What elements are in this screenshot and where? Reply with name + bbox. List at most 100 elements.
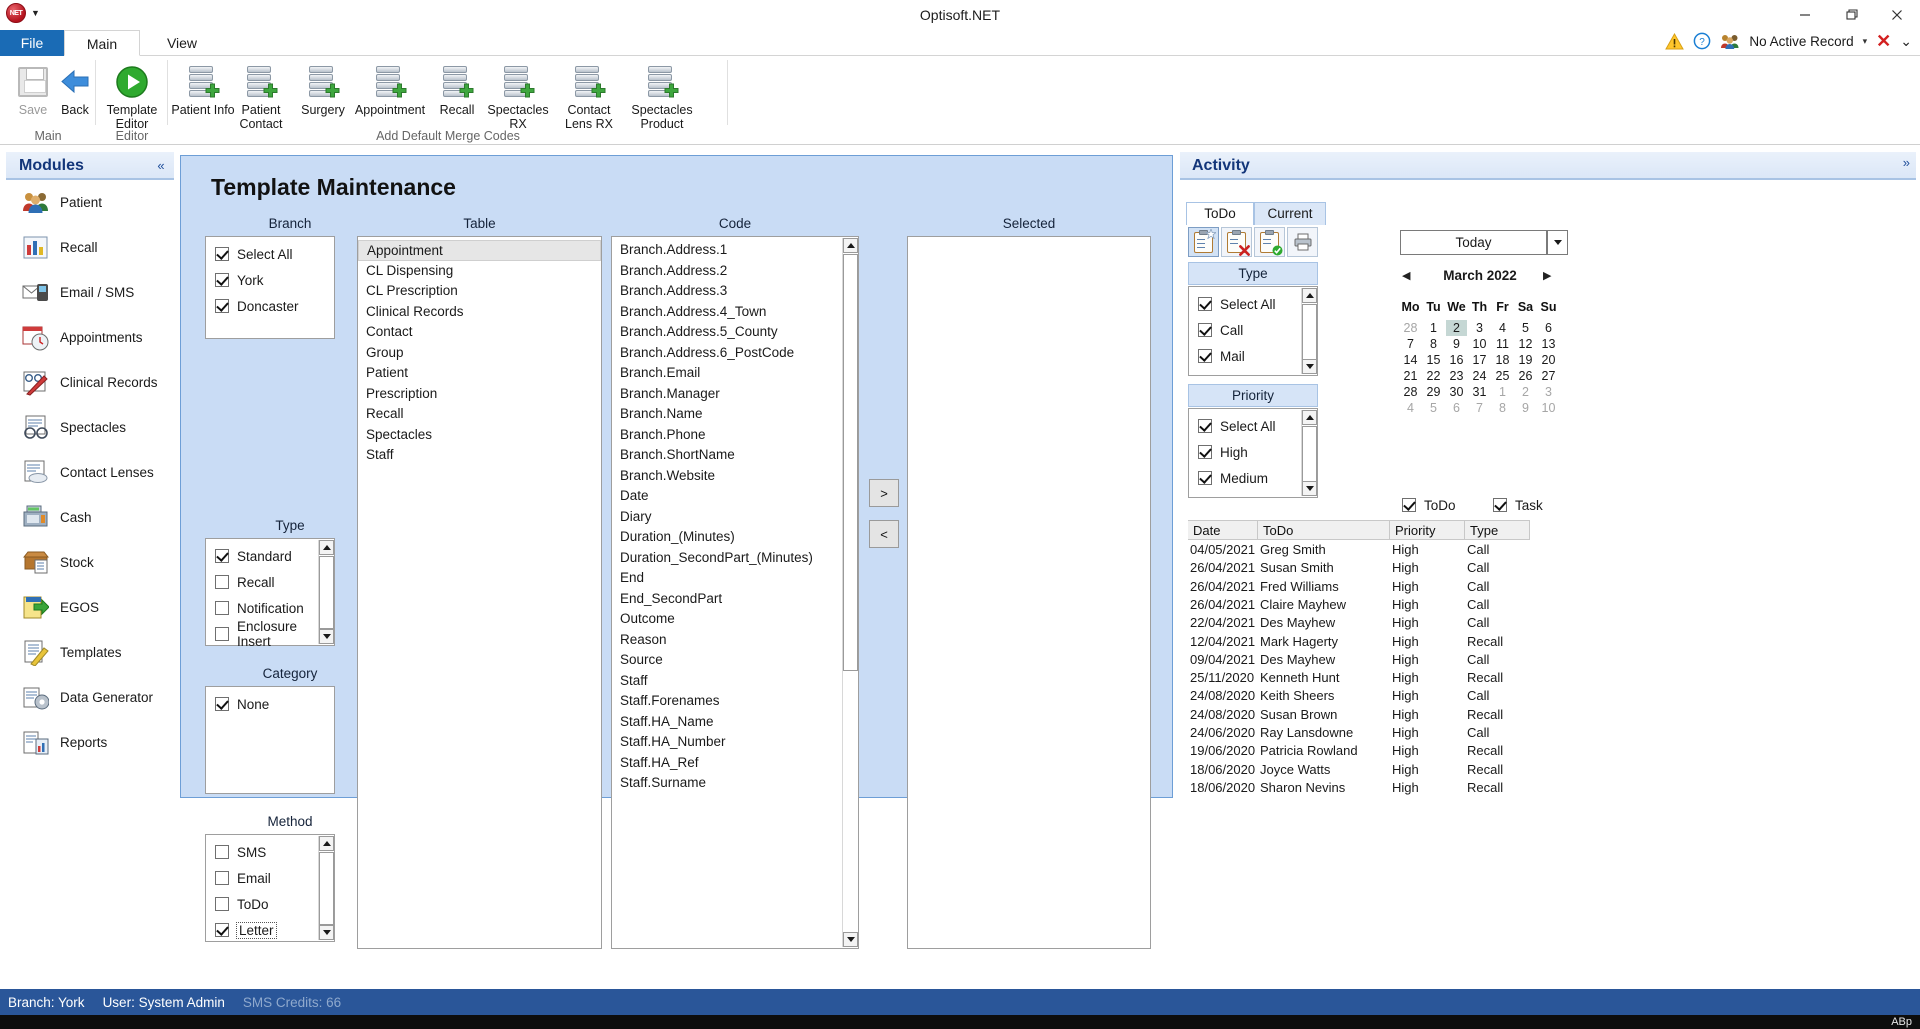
activity-priority-scroll-down-icon[interactable]: [1302, 481, 1317, 496]
code-list-item[interactable]: Branch.Address.5_County: [612, 322, 841, 343]
method-checkbox-sms[interactable]: SMS: [206, 839, 334, 865]
checkbox-icon[interactable]: [215, 601, 229, 615]
calendar-day[interactable]: 4: [1400, 400, 1421, 416]
table-list-item[interactable]: CL Prescription: [358, 281, 601, 302]
maximize-icon[interactable]: [1828, 0, 1874, 30]
help-circle-icon[interactable]: ?: [1693, 32, 1711, 50]
template-editor-button[interactable]: Template Editor: [99, 61, 165, 131]
table-row[interactable]: 19/06/2020 Patricia Rowland High Recall: [1188, 742, 1530, 760]
activity-type-checkbox-select-all[interactable]: Select All: [1189, 291, 1317, 317]
code-list-item[interactable]: Date: [612, 486, 841, 507]
calendar-day[interactable]: 28: [1400, 320, 1421, 336]
expand-right-icon[interactable]: »: [1903, 155, 1910, 170]
checkbox-icon[interactable]: [215, 697, 229, 711]
merge-recall-button[interactable]: Recall: [432, 61, 482, 117]
merge-spectacles-rx-button[interactable]: Spectacles RX: [482, 61, 554, 131]
merge-spectacles-product-button[interactable]: Spectacles Product: [624, 61, 700, 131]
calendar-day[interactable]: 20: [1538, 352, 1559, 368]
code-scroll-thumb[interactable]: [843, 254, 858, 671]
sidebar-item-patient[interactable]: Patient: [6, 180, 174, 225]
checkbox-icon[interactable]: [1198, 419, 1212, 433]
close-icon[interactable]: [1874, 0, 1920, 30]
warning-triangle-icon[interactable]: [1665, 32, 1685, 50]
calendar-day[interactable]: 4: [1492, 320, 1513, 336]
code-list-item[interactable]: Branch.Phone: [612, 425, 841, 446]
method-scroll-up-icon[interactable]: [319, 836, 334, 851]
branch-filter-box[interactable]: Select All York Doncaster: [205, 236, 335, 339]
code-list-item[interactable]: Branch.ShortName: [612, 445, 841, 466]
checkbox-icon[interactable]: [215, 299, 229, 313]
code-list-item[interactable]: Staff.HA_Name: [612, 712, 841, 733]
code-list-item[interactable]: Source: [612, 650, 841, 671]
complete-todo-icon[interactable]: [1254, 227, 1285, 257]
table-list-item[interactable]: Appointment: [358, 240, 601, 261]
calendar-day[interactable]: 29: [1423, 384, 1444, 400]
activity-priority-scroll-thumb[interactable]: [1302, 426, 1317, 482]
code-list-item[interactable]: Staff: [612, 671, 841, 692]
tab-current[interactable]: Current: [1254, 202, 1326, 225]
table-row[interactable]: 26/04/2021 Susan Smith High Call: [1188, 559, 1530, 577]
activity-type-filter-box[interactable]: Select All Call Mail: [1188, 286, 1318, 376]
table-row[interactable]: 24/08/2020 Susan Brown High Recall: [1188, 706, 1530, 724]
calendar-day[interactable]: 23: [1446, 368, 1467, 384]
type-checkbox-enclosure-insert[interactable]: Enclosure Insert: [206, 619, 334, 649]
sidebar-item-spectacles[interactable]: Spectacles: [6, 405, 174, 450]
next-month-icon[interactable]: ▶: [1543, 269, 1551, 282]
calendar-day[interactable]: 1: [1492, 384, 1513, 400]
table-list-item[interactable]: Spectacles: [358, 425, 601, 446]
table-row[interactable]: 24/06/2020 Ray Lansdowne High Call: [1188, 724, 1530, 742]
activity-type-scroll-up-icon[interactable]: [1302, 288, 1317, 303]
calendar-day[interactable]: 10: [1469, 336, 1490, 352]
checkbox-icon[interactable]: [215, 273, 229, 287]
calendar-day[interactable]: 13: [1538, 336, 1559, 352]
sidebar-item-stock[interactable]: Stock: [6, 540, 174, 585]
tab-main[interactable]: Main: [64, 30, 140, 56]
method-checkbox-letter[interactable]: Letter: [206, 917, 334, 943]
calendar-day[interactable]: 24: [1469, 368, 1490, 384]
calendar-day[interactable]: 6: [1446, 400, 1467, 416]
checkbox-icon[interactable]: [215, 897, 229, 911]
activity-priority-checkbox-select-all[interactable]: Select All: [1189, 413, 1317, 439]
category-checkbox-none[interactable]: None: [206, 691, 334, 717]
calendar-day[interactable]: 2: [1446, 320, 1467, 336]
table-listbox[interactable]: Appointment CL Dispensing CL Prescription C…: [357, 236, 602, 949]
code-list-item[interactable]: Staff.HA_Number: [612, 732, 841, 753]
calendar-day[interactable]: 17: [1469, 352, 1490, 368]
table-row[interactable]: 24/08/2020 Keith Sheers High Call: [1188, 687, 1530, 705]
activity-type-scroll-thumb[interactable]: [1302, 304, 1317, 360]
calendar-day[interactable]: 9: [1515, 400, 1536, 416]
collapse-left-icon[interactable]: «: [150, 155, 172, 177]
table-row[interactable]: 04/05/2021 Greg Smith High Call: [1188, 541, 1530, 559]
calendar-day[interactable]: 15: [1423, 352, 1444, 368]
calendar-day[interactable]: 9: [1446, 336, 1467, 352]
calendar-day[interactable]: 22: [1423, 368, 1444, 384]
merge-surgery-button[interactable]: Surgery: [290, 61, 356, 117]
code-list-item[interactable]: Reason: [612, 630, 841, 651]
code-list-item[interactable]: Branch.Name: [612, 404, 841, 425]
table-row[interactable]: 12/04/2021 Mark Hagerty High Recall: [1188, 633, 1530, 651]
calendar-day[interactable]: 5: [1423, 400, 1444, 416]
table-row[interactable]: 09/04/2021 Des Mayhew High Call: [1188, 651, 1530, 669]
code-list-item[interactable]: Staff.Surname: [612, 773, 841, 794]
merge-appointment-button[interactable]: Appointment: [348, 61, 432, 117]
type-scrollbar[interactable]: [318, 540, 334, 644]
calendar-day[interactable]: 8: [1423, 336, 1444, 352]
checkbox-icon[interactable]: [215, 845, 229, 859]
table-row[interactable]: 22/04/2021 Des Mayhew High Call: [1188, 614, 1530, 632]
grid-column-header[interactable]: ToDo: [1258, 520, 1390, 540]
table-list-item[interactable]: Staff: [358, 445, 601, 466]
calendar-day[interactable]: 3: [1538, 384, 1559, 400]
code-list-item[interactable]: Outcome: [612, 609, 841, 630]
method-checkbox-todo[interactable]: ToDo: [206, 891, 334, 917]
code-list-item[interactable]: End: [612, 568, 841, 589]
move-right-button[interactable]: >: [869, 479, 899, 507]
method-checkbox-email[interactable]: Email: [206, 865, 334, 891]
grid-column-header[interactable]: Type: [1465, 520, 1530, 540]
activity-priority-scroll-up-icon[interactable]: [1302, 410, 1317, 425]
checkbox-icon[interactable]: [215, 627, 229, 641]
calendar-day[interactable]: 7: [1400, 336, 1421, 352]
calendar-day[interactable]: 14: [1400, 352, 1421, 368]
activity-priority-filter-box[interactable]: Select All High Medium: [1188, 408, 1318, 498]
calendar-day[interactable]: 19: [1515, 352, 1536, 368]
activity-type-scroll-down-icon[interactable]: [1302, 359, 1317, 374]
